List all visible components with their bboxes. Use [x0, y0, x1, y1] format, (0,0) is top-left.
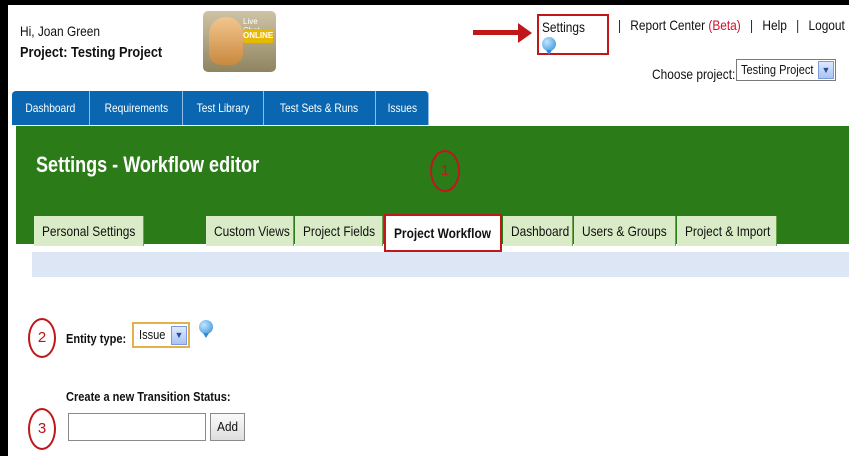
project-select-value: Testing Project — [741, 62, 814, 77]
nav-tab-requirements[interactable]: Requirements — [89, 91, 184, 125]
choose-project-label: Choose project: — [652, 66, 736, 82]
tab-label: Project Workflow — [394, 225, 491, 241]
live-chat-widget[interactable]: Live Chat ONLINE — [203, 11, 276, 72]
live-chat-icon — [209, 17, 243, 65]
separator: | — [617, 17, 622, 33]
tab-users-groups[interactable]: Users & Groups — [574, 216, 676, 246]
info-icon[interactable] — [199, 320, 213, 338]
nav-tab-label: Test Sets & Runs — [280, 101, 359, 115]
tab-label: Dashboard — [511, 223, 570, 239]
tab-content-bar — [32, 252, 849, 277]
info-icon[interactable] — [542, 37, 556, 56]
nav-tab-dashboard[interactable]: Dashboard — [12, 91, 90, 125]
entity-type-value: Issue — [139, 327, 166, 342]
add-button-label: Add — [217, 419, 238, 434]
nav-tab-label: Issues — [387, 101, 417, 115]
settings-link-highlight[interactable]: Settings — [537, 14, 609, 56]
nav-tab-test-library[interactable]: Test Library — [183, 91, 265, 125]
screenshot-border-top — [0, 0, 849, 5]
project-select[interactable]: Testing Project ▼ — [736, 59, 836, 81]
beta-badge: (Beta) — [708, 17, 741, 33]
annotation-step-2: 2 — [28, 318, 56, 358]
nav-tab-issues[interactable]: Issues — [375, 91, 430, 125]
report-center-link[interactable]: Report Center — [630, 17, 705, 33]
current-project-label: Project: Testing Project — [20, 44, 163, 61]
separator: | — [750, 17, 754, 33]
tab-label: Project Fields — [303, 223, 376, 239]
help-link[interactable]: Help — [762, 17, 786, 33]
tab-personal-settings[interactable]: Personal Settings — [34, 216, 144, 246]
create-transition-label: Create a new Transition Status: — [66, 389, 231, 404]
user-greeting: Hi, Joan Green — [20, 23, 101, 39]
tab-label: Custom Views — [214, 223, 290, 239]
nav-tab-label: Requirements — [104, 101, 168, 115]
annotation-arrow-head-icon — [518, 23, 532, 43]
tab-label: Personal Settings — [42, 223, 136, 239]
annotation-step-3: 3 — [28, 408, 56, 450]
logout-link[interactable]: Logout — [808, 17, 844, 33]
tab-custom-views[interactable]: Custom Views — [206, 216, 294, 246]
nav-tab-label: Test Library — [197, 101, 250, 115]
dropdown-arrow-icon[interactable]: ▼ — [818, 61, 834, 79]
transition-status-input[interactable] — [68, 413, 206, 441]
top-links: | Report Center (Beta) | Help | Logout — [612, 17, 845, 33]
tab-dashboard[interactable]: Dashboard — [503, 216, 573, 246]
page-title: Settings - Workflow editor — [36, 152, 260, 177]
tab-label: Users & Groups — [582, 223, 667, 239]
annotation-arrow-icon — [473, 30, 523, 35]
add-button[interactable]: Add — [210, 413, 245, 441]
settings-link[interactable]: Settings — [542, 19, 585, 35]
main-nav: Dashboard Requirements Test Library Test… — [12, 91, 430, 125]
screenshot-border-left — [0, 0, 8, 456]
live-chat-status: ONLINE — [243, 29, 273, 43]
dropdown-arrow-icon[interactable]: ▼ — [171, 326, 187, 345]
nav-tab-test-sets-runs[interactable]: Test Sets & Runs — [264, 91, 376, 125]
separator: | — [796, 17, 800, 33]
tab-project-workflow[interactable]: Project Workflow — [384, 214, 502, 252]
entity-type-label: Entity type: — [66, 331, 127, 346]
tab-label: Project & Import — [685, 223, 771, 239]
tab-project-fields[interactable]: Project Fields — [295, 216, 383, 246]
annotation-step-1: 1 — [430, 150, 460, 192]
entity-type-select[interactable]: Issue ▼ — [132, 322, 190, 348]
nav-tab-label: Dashboard — [25, 101, 76, 115]
tab-project-import[interactable]: Project & Import — [677, 216, 777, 246]
